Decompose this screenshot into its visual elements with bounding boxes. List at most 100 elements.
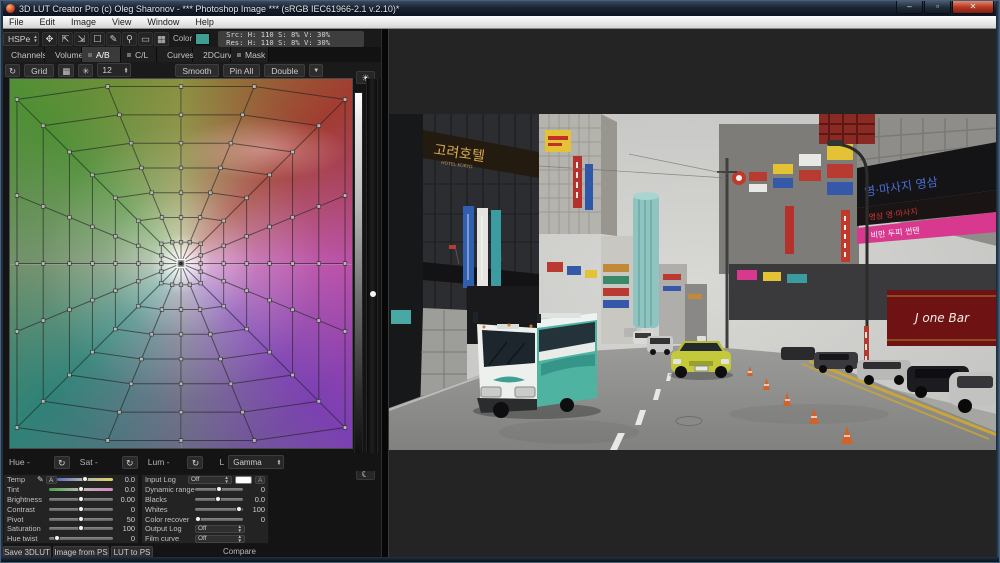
mesh-node[interactable] [137, 244, 141, 248]
stepper-icon[interactable]: ▲▼ [224, 476, 228, 483]
menu-help[interactable]: Help [195, 17, 214, 27]
mesh-node[interactable] [317, 262, 321, 266]
log-color-swatch[interactable] [235, 476, 252, 484]
mesh-node[interactable] [253, 439, 257, 443]
mesh-grid[interactable] [10, 79, 352, 448]
dropdown[interactable]: Off▲▼ [195, 525, 245, 533]
mesh-node[interactable] [150, 191, 154, 195]
luminance-scrollbar[interactable] [366, 78, 378, 466]
slider-handle[interactable] [54, 535, 60, 541]
mesh-node[interactable] [160, 242, 164, 246]
mesh-node[interactable] [343, 262, 347, 266]
mesh-node[interactable] [91, 173, 95, 177]
double-button[interactable]: Double [264, 64, 305, 77]
mesh-node[interactable] [219, 166, 223, 170]
mesh-node[interactable] [129, 141, 133, 145]
image-icon[interactable]: ▭ [138, 32, 153, 46]
grid-button[interactable]: Grid [24, 64, 54, 77]
gamma-select[interactable]: Gamma ▲▼ [228, 455, 284, 469]
luminance-handle[interactable] [370, 291, 376, 297]
mode-select[interactable]: HSPe ▲▼ [3, 32, 39, 46]
mesh-node[interactable] [15, 262, 19, 266]
mesh-node[interactable] [179, 410, 183, 414]
mesh-node[interactable] [68, 150, 72, 154]
slider-track[interactable] [49, 537, 113, 540]
menu-file[interactable]: File [9, 17, 24, 27]
dropdown-icon[interactable]: ▼ [309, 64, 323, 77]
mesh-node[interactable] [268, 350, 272, 354]
mesh-node[interactable] [15, 330, 19, 334]
mesh-node[interactable] [241, 410, 245, 414]
picker-icon[interactable]: ✎ [106, 32, 121, 46]
mesh-node[interactable] [91, 225, 95, 229]
menu-window[interactable]: Window [147, 17, 179, 27]
auto-button[interactable]: A [46, 476, 57, 484]
mesh-node[interactable] [140, 357, 144, 361]
title-bar[interactable]: 3D LUT Creator Pro (c) Oleg Sharonov - *… [1, 1, 999, 16]
mesh-node[interactable] [118, 113, 122, 117]
mesh-node[interactable] [317, 205, 321, 209]
mesh-node[interactable] [179, 216, 183, 220]
sat-reset-icon[interactable]: ↻ [122, 456, 138, 469]
pane-divider[interactable] [381, 29, 389, 558]
pin-all-button[interactable]: Pin All [223, 64, 261, 77]
slider-handle[interactable] [78, 525, 84, 531]
slider-handle[interactable] [195, 516, 201, 522]
compare-label[interactable]: Compare [223, 547, 256, 556]
grid-view-icon[interactable]: ▦ [58, 64, 74, 77]
mesh-node[interactable] [222, 244, 226, 248]
hue-reset-icon[interactable]: ↻ [54, 456, 70, 469]
mesh-node[interactable] [179, 439, 183, 443]
slider-track[interactable] [49, 498, 113, 501]
mesh-node[interactable] [188, 283, 192, 287]
auto-button[interactable]: A [255, 476, 265, 484]
stepper-icon[interactable]: ▲▼ [238, 535, 242, 542]
mesh-node[interactable] [114, 196, 118, 200]
mesh-node[interactable] [179, 382, 183, 386]
mesh-node[interactable] [140, 166, 144, 170]
mesh-node[interactable] [198, 216, 202, 220]
slider-handle[interactable] [78, 496, 84, 502]
mesh-node[interactable] [68, 373, 72, 377]
mesh-node[interactable] [179, 308, 183, 312]
mesh-node[interactable] [41, 262, 45, 266]
mesh-node[interactable] [229, 141, 233, 145]
mesh-node[interactable] [245, 327, 249, 331]
mesh-node[interactable] [15, 98, 19, 102]
mesh-node[interactable] [222, 262, 226, 266]
mesh-node[interactable] [253, 85, 257, 89]
mesh-node[interactable] [291, 308, 295, 312]
tab-2dcurves[interactable]: 2DCurves [193, 47, 231, 62]
mesh-node[interactable] [268, 225, 272, 229]
mesh-node[interactable] [41, 319, 45, 323]
mesh-node[interactable] [170, 283, 174, 287]
mesh-node[interactable] [317, 400, 321, 404]
mesh-node[interactable] [106, 439, 110, 443]
wheel-icon[interactable]: ✳ [78, 64, 93, 77]
lum-reset-icon[interactable]: ↻ [187, 456, 203, 469]
tab-c-l[interactable]: C/L [121, 47, 157, 62]
photo[interactable]: 고려호텔 HOTEL KORYO [389, 114, 997, 450]
mesh-node[interactable] [160, 216, 164, 220]
mesh-node[interactable] [199, 254, 203, 258]
slider-track[interactable] [57, 478, 113, 481]
mesh-node[interactable] [209, 191, 213, 195]
mesh-node[interactable] [15, 426, 19, 430]
reset-grid-icon[interactable]: ↻ [5, 64, 20, 77]
mesh-node[interactable] [317, 124, 321, 128]
menu-view[interactable]: View [112, 17, 131, 27]
move-icon[interactable]: ✥ [42, 32, 57, 46]
mesh-node[interactable] [129, 382, 133, 386]
mesh-node[interactable] [268, 173, 272, 177]
mesh-node[interactable] [137, 304, 141, 308]
slider-track[interactable] [195, 498, 243, 501]
slider-track[interactable] [195, 508, 243, 511]
slider-handle[interactable] [78, 516, 84, 522]
luminance-strip[interactable] [354, 92, 363, 466]
temp-picker-icon[interactable]: ✎ [37, 475, 44, 484]
mesh-node[interactable] [179, 85, 183, 89]
tab-channels[interactable]: Channels [1, 47, 45, 62]
slider-handle[interactable] [78, 506, 84, 512]
maximize-button[interactable]: ▫ [924, 1, 951, 14]
mesh-node[interactable] [137, 219, 141, 223]
